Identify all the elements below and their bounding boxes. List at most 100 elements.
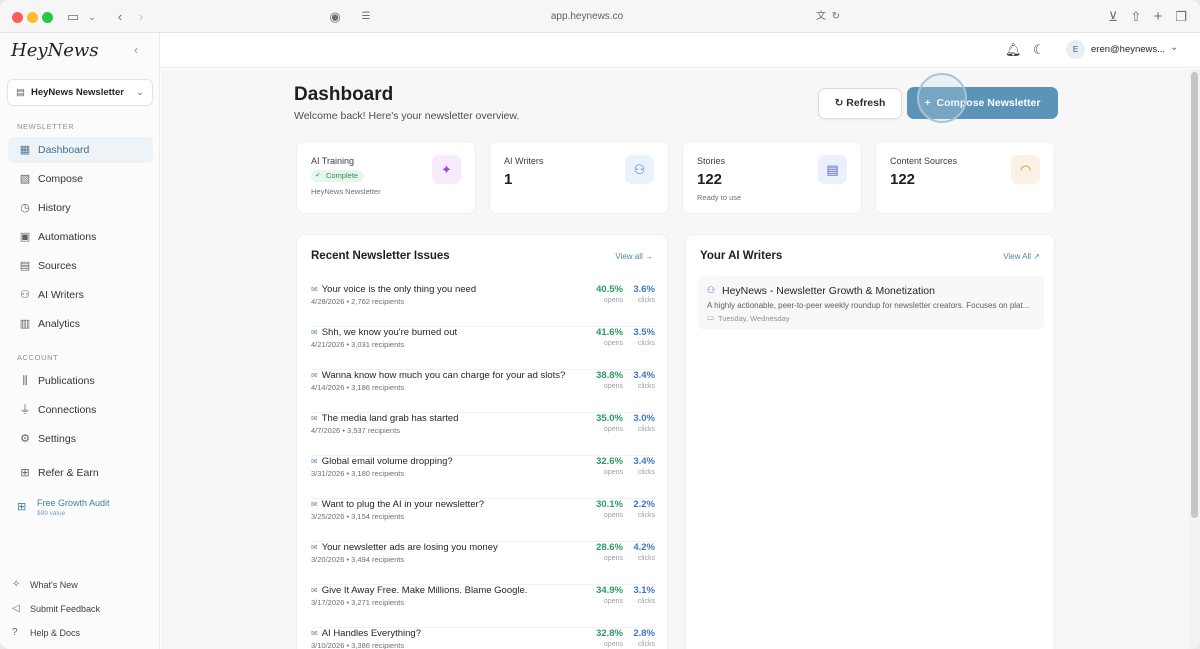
main-content: Dashboard Welcome back! Here's your news… bbox=[161, 69, 1189, 649]
audit-title: Free Growth Audit bbox=[37, 498, 110, 508]
stat-card-ai-training[interactable]: AI Training ✓ Complete HeyNews Newslette… bbox=[296, 141, 476, 214]
stat-card-ai-writers[interactable]: AI Writers 1 ⚇ bbox=[489, 141, 669, 214]
refresh-button[interactable]: ↻ Refresh bbox=[818, 88, 902, 119]
opens-label: opens bbox=[603, 469, 623, 476]
close-window-button[interactable] bbox=[12, 12, 23, 23]
footer-item-label: Help & Docs bbox=[30, 628, 81, 638]
open-rate: 34.9% bbox=[596, 585, 623, 596]
view-all-writers-link[interactable]: View All ↗ bbox=[1003, 252, 1040, 261]
chevron-down-icon: ⌄ bbox=[136, 87, 144, 98]
forward-icon[interactable]: › bbox=[133, 9, 149, 25]
chevron-down-icon[interactable]: ⌄ bbox=[84, 9, 100, 25]
free-growth-audit-link[interactable]: ⊞ Free Growth Audit $99 value bbox=[8, 494, 153, 524]
user-email[interactable]: eren@heynews... bbox=[1091, 44, 1165, 55]
sidebar-item-publications[interactable]: ⫼ Publications bbox=[8, 368, 153, 394]
new-tab-icon[interactable]: + bbox=[1150, 9, 1166, 25]
gift-icon: ⊞ bbox=[20, 467, 30, 479]
issue-row[interactable]: ✉ Global email volume dropping? 3/31/2026… bbox=[311, 456, 655, 499]
audit-subtitle: $99 value bbox=[37, 510, 66, 517]
stat-note: HeyNews Newsletter bbox=[311, 187, 381, 196]
click-rate: 3.0% bbox=[633, 413, 655, 424]
opens-label: opens bbox=[603, 383, 623, 390]
tab-overview-icon[interactable]: ❐ bbox=[1173, 9, 1189, 25]
moon-icon[interactable]: ☾ bbox=[1033, 42, 1045, 58]
stat-card-content-sources[interactable]: Content Sources 122 ◠ bbox=[875, 141, 1055, 214]
robot-icon: ⚇ bbox=[707, 285, 716, 295]
issue-row[interactable]: ✉ AI Handles Everything? 3/10/2026 • 3,38… bbox=[311, 628, 655, 649]
page-subtitle: Welcome back! Here's your newsletter ove… bbox=[294, 110, 520, 122]
calendar-icon: ▣ bbox=[19, 231, 31, 243]
stat-card-stories[interactable]: Stories 122 Ready to use ▤ bbox=[682, 141, 862, 214]
sidebar-toggle-icon[interactable]: ▭ bbox=[65, 9, 81, 25]
sparkle-icon: ✦ bbox=[432, 155, 461, 184]
minimize-window-button[interactable] bbox=[27, 12, 38, 23]
document-icon: ▤ bbox=[818, 155, 847, 184]
sidebar-item-analytics[interactable]: ▥ Analytics bbox=[8, 311, 153, 337]
issue-row[interactable]: ✉ Your voice is the only thing you need 4… bbox=[311, 284, 655, 327]
back-icon[interactable]: ‹ bbox=[112, 9, 128, 25]
library-icon: ⫼ bbox=[22, 375, 28, 387]
address-bar[interactable]: app.heynews.co bbox=[322, 6, 852, 27]
view-all-issues-link[interactable]: View all → bbox=[615, 252, 653, 261]
issue-row[interactable]: ✉ Your newsletter ads are losing you mone… bbox=[311, 542, 655, 585]
open-rate: 35.0% bbox=[596, 413, 623, 424]
stat-label: AI Training bbox=[311, 156, 355, 166]
sidebar-item-history[interactable]: ◷ History bbox=[8, 195, 153, 221]
sidebar-item-refer-earn[interactable]: ⊞ Refer & Earn bbox=[8, 460, 153, 486]
help-icon: ? bbox=[12, 627, 18, 638]
maximize-window-button[interactable] bbox=[42, 12, 53, 23]
sidebar-item-compose[interactable]: ▧ Compose bbox=[8, 166, 153, 192]
sidebar-item-label: Compose bbox=[38, 173, 83, 185]
sidebar-item-dashboard[interactable]: ▦ Dashboard bbox=[8, 137, 153, 163]
browser-toolbar: ▭ ⌄ ‹ › ◉ ☰ app.heynews.co 文 ↻ ⊻ ⇧ + ❐ bbox=[0, 0, 1200, 33]
avatar[interactable]: E bbox=[1066, 40, 1085, 59]
opens-label: opens bbox=[603, 340, 623, 347]
opens-label: opens bbox=[603, 598, 623, 605]
sidebar-item-sources[interactable]: ▤ Sources bbox=[8, 253, 153, 279]
whats-new-link[interactable]: ✧ What's New bbox=[8, 578, 78, 592]
collapse-sidebar-icon[interactable]: ‹ bbox=[134, 43, 138, 57]
chevron-down-icon[interactable]: ⌄ bbox=[1170, 42, 1178, 53]
issue-title: The media land grab has started bbox=[321, 413, 459, 424]
scrollbar-thumb[interactable] bbox=[1191, 72, 1198, 518]
refresh-label: Refresh bbox=[846, 97, 886, 109]
issue-row[interactable]: ✉ Give It Away Free. Make Millions. Blame… bbox=[311, 585, 655, 628]
reload-icon[interactable]: ↻ bbox=[828, 9, 844, 25]
download-icon[interactable]: ⊻ bbox=[1105, 9, 1121, 25]
footer-item-label: Submit Feedback bbox=[30, 604, 101, 614]
writer-description: A highly actionable, peer-to-peer weekly… bbox=[707, 301, 1030, 310]
translate-icon[interactable]: 文 bbox=[813, 9, 829, 25]
submit-feedback-link[interactable]: ◁ Submit Feedback bbox=[8, 602, 100, 616]
issue-row[interactable]: ✉ Want to plug the AI in your newsletter?… bbox=[311, 499, 655, 542]
heynews-logo[interactable]: HeyNews bbox=[11, 40, 99, 61]
issue-row[interactable]: ✉ Wanna know how much you can charge for … bbox=[311, 370, 655, 413]
clock-icon: ◷ bbox=[20, 202, 30, 214]
share-icon[interactable]: ⇧ bbox=[1128, 9, 1144, 25]
open-rate: 28.6% bbox=[596, 542, 623, 553]
sidebar-item-settings[interactable]: ⚙ Settings bbox=[8, 426, 153, 452]
compose-icon: ▧ bbox=[19, 173, 31, 185]
plug-icon: ⏚ bbox=[19, 404, 31, 416]
bell-icon[interactable]: 🔔︎ bbox=[1005, 42, 1022, 58]
issue-meta: 3/20/2026 • 3,494 recipients bbox=[311, 555, 405, 564]
sidebar-item-label: Publications bbox=[38, 375, 95, 387]
clicks-label: clicks bbox=[637, 598, 655, 605]
sidebar-item-automations[interactable]: ▣ Automations bbox=[8, 224, 153, 250]
issue-meta: 3/10/2026 • 3,386 recipients bbox=[311, 641, 405, 649]
issue-title: Wanna know how much you can charge for y… bbox=[321, 370, 566, 381]
sidebar-item-ai-writers[interactable]: ⚇ AI Writers bbox=[8, 282, 153, 308]
help-docs-link[interactable]: ? Help & Docs bbox=[8, 626, 80, 640]
issue-row[interactable]: ✉ The media land grab has started 4/7/202… bbox=[311, 413, 655, 456]
sidebar-item-connections[interactable]: ⏚ Connections bbox=[8, 397, 153, 423]
issue-row[interactable]: ✉ Shh, we know you're burned out 4/21/202… bbox=[311, 327, 655, 370]
ai-writers-panel: Your AI Writers View All ↗ ⚇ HeyNews - N… bbox=[685, 234, 1055, 649]
publication-selector[interactable]: ▤ HeyNews Newsletter ⌄ bbox=[7, 79, 153, 106]
click-rate: 2.8% bbox=[633, 628, 655, 639]
stat-note: Ready to use bbox=[697, 193, 742, 202]
open-rate: 32.8% bbox=[596, 628, 623, 639]
email-icon: ✉ bbox=[311, 285, 318, 294]
ai-writer-card[interactable]: ⚇ HeyNews - Newsletter Growth & Monetiza… bbox=[698, 276, 1044, 330]
check-circle-icon: ✓ bbox=[315, 172, 321, 179]
issue-meta: 4/7/2026 • 3,537 recipients bbox=[311, 426, 400, 435]
issue-meta: 3/25/2026 • 3,154 recipients bbox=[311, 512, 405, 521]
